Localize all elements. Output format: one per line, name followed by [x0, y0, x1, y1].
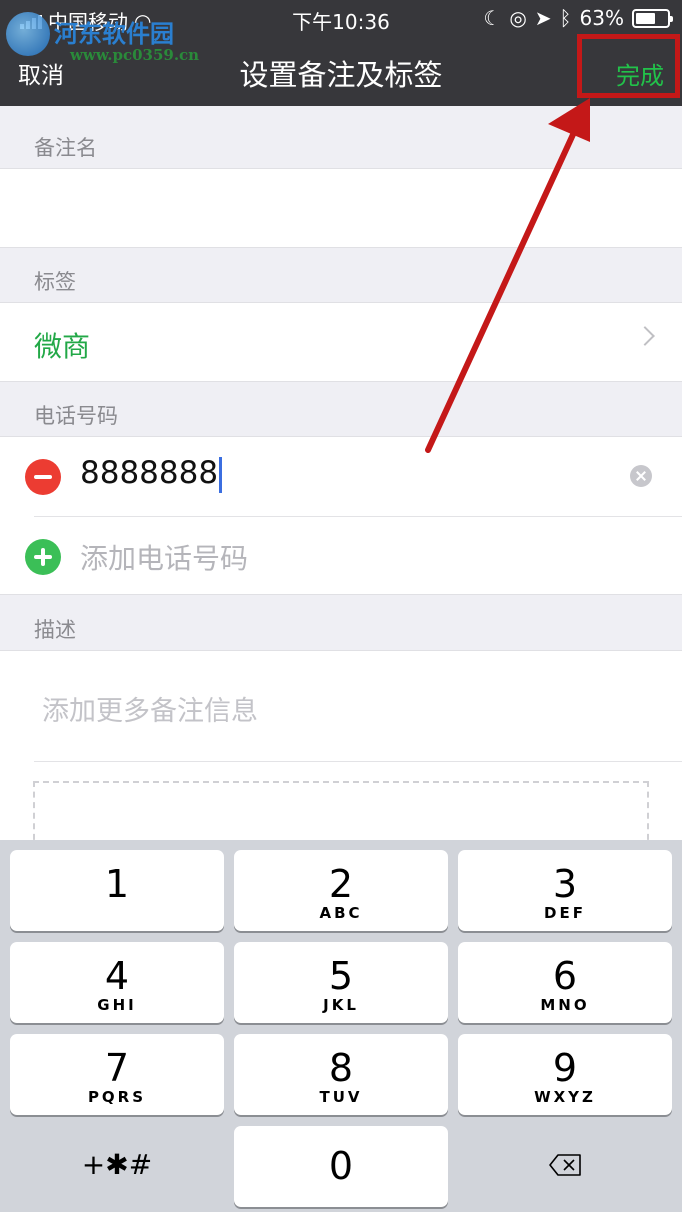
- key-8[interactable]: 8 TUV: [234, 1034, 448, 1115]
- key-symbols[interactable]: +✱#: [10, 1126, 224, 1207]
- key-2[interactable]: 2 ABC: [234, 850, 448, 931]
- key-digit: 8: [328, 1046, 354, 1090]
- key-9[interactable]: 9 WXYZ: [458, 1034, 672, 1115]
- key-4[interactable]: 4 GHI: [10, 942, 224, 1023]
- key-digit: 3: [552, 862, 578, 906]
- key-letters: TUV: [319, 1088, 363, 1106]
- key-letters: GHI: [97, 996, 137, 1014]
- key-1[interactable]: 1: [10, 850, 224, 931]
- numeric-keypad: 1 2 ABC 3 DEF 4 GHI 5 JKL 6 MNO 7 PQRS 8 TUV 9W…: [0, 840, 682, 1212]
- backspace-icon: [549, 1154, 581, 1176]
- delete-key[interactable]: [458, 1126, 672, 1207]
- key-letters: DEF: [544, 904, 586, 922]
- key-7[interactable]: 7 PQRS: [10, 1034, 224, 1115]
- key-digit: 9: [552, 1046, 578, 1090]
- key-digit: 7: [104, 1046, 130, 1090]
- key-digit: 1: [104, 862, 130, 906]
- key-letters: MNO: [540, 996, 590, 1014]
- key-6[interactable]: 6 MNO: [458, 942, 672, 1023]
- key-5[interactable]: 5 JKL: [234, 942, 448, 1023]
- key-letters: JKL: [323, 996, 359, 1014]
- key-letters: PQRS: [87, 1088, 147, 1106]
- key-digit: 2: [328, 862, 354, 906]
- key-digit: 5: [328, 954, 354, 998]
- key-digit: 6: [552, 954, 578, 998]
- key-digit: 4: [104, 954, 130, 998]
- key-digit: 0: [328, 1144, 354, 1188]
- symbols-label: +✱#: [81, 1148, 153, 1181]
- key-letters: ABC: [319, 904, 363, 922]
- key-3[interactable]: 3 DEF: [458, 850, 672, 931]
- key-letters: WXYZ: [534, 1088, 596, 1106]
- key-0[interactable]: 0: [234, 1126, 448, 1207]
